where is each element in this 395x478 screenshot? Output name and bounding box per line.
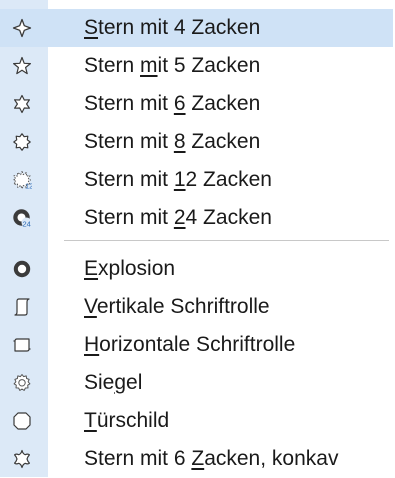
menu-item-label: Siegel <box>84 371 143 394</box>
menu-item-label: Stern mit 5 Zacken <box>84 54 261 77</box>
menu-item-star-6[interactable]: Stern mit 6 Zacken <box>0 85 393 123</box>
horizontal-scroll-icon <box>12 335 32 355</box>
star-24-icon: 24 <box>12 208 32 228</box>
menu-item-seal[interactable]: Siegel <box>0 364 393 402</box>
star-6-icon <box>12 94 32 114</box>
menu-item-label: Explosion <box>84 257 176 280</box>
menu-item-explosion[interactable]: Explosion <box>0 250 393 288</box>
menu-item-label: Stern mit 12 Zacken <box>84 168 272 191</box>
menu-item-star-12[interactable]: 12 Stern mit 12 Zacken <box>0 161 393 199</box>
menu-item-label: Horizontale Schriftrolle <box>84 333 296 356</box>
menu-item-star-4[interactable]: Stern mit 4 Zacken <box>0 9 393 47</box>
menu-item-label: Vertikale Schriftrolle <box>84 295 270 318</box>
menu-item-star-24[interactable]: 24 Stern mit 24 Zacken <box>0 199 393 237</box>
star-24-badge: 24 <box>23 220 31 229</box>
menu-item-horizontal-scroll[interactable]: Horizontale Schriftrolle <box>0 326 393 364</box>
context-menu: Stern mit 4 Zacken Stern mit 5 Zacken St… <box>0 0 395 477</box>
seal-icon <box>12 373 32 393</box>
vertical-scroll-icon <box>12 297 32 317</box>
explosion-icon <box>12 259 32 279</box>
menu-item-star-8[interactable]: Stern mit 8 Zacken <box>0 123 393 161</box>
menu-item-label: Stern mit 6 Zacken, konkav <box>84 447 339 470</box>
menu-item-label: Stern mit 8 Zacken <box>84 130 261 153</box>
menu-item-label: Stern mit 24 Zacken <box>84 206 272 229</box>
star-12-icon: 12 <box>12 170 32 190</box>
door-plate-icon <box>12 411 32 431</box>
menu-item-label: Türschild <box>84 409 170 432</box>
star-4-icon <box>12 18 32 38</box>
star-5-icon <box>12 56 32 76</box>
menu-item-star-5[interactable]: Stern mit 5 Zacken <box>0 47 393 85</box>
menu-item-vertical-scroll[interactable]: Vertikale Schriftrolle <box>0 288 393 326</box>
star-12-badge: 12 <box>25 182 32 191</box>
menu-item-label: Stern mit 6 Zacken <box>84 92 261 115</box>
menu-item-concave-star-6[interactable]: Stern mit 6 Zacken, konkav <box>0 440 393 478</box>
menu-separator <box>64 240 389 241</box>
concave-star-6-icon <box>12 449 32 469</box>
star-8-icon <box>12 132 32 152</box>
menu-item-label: Stern mit 4 Zacken <box>84 16 261 39</box>
menu-item-door-plate[interactable]: Türschild <box>0 402 393 440</box>
